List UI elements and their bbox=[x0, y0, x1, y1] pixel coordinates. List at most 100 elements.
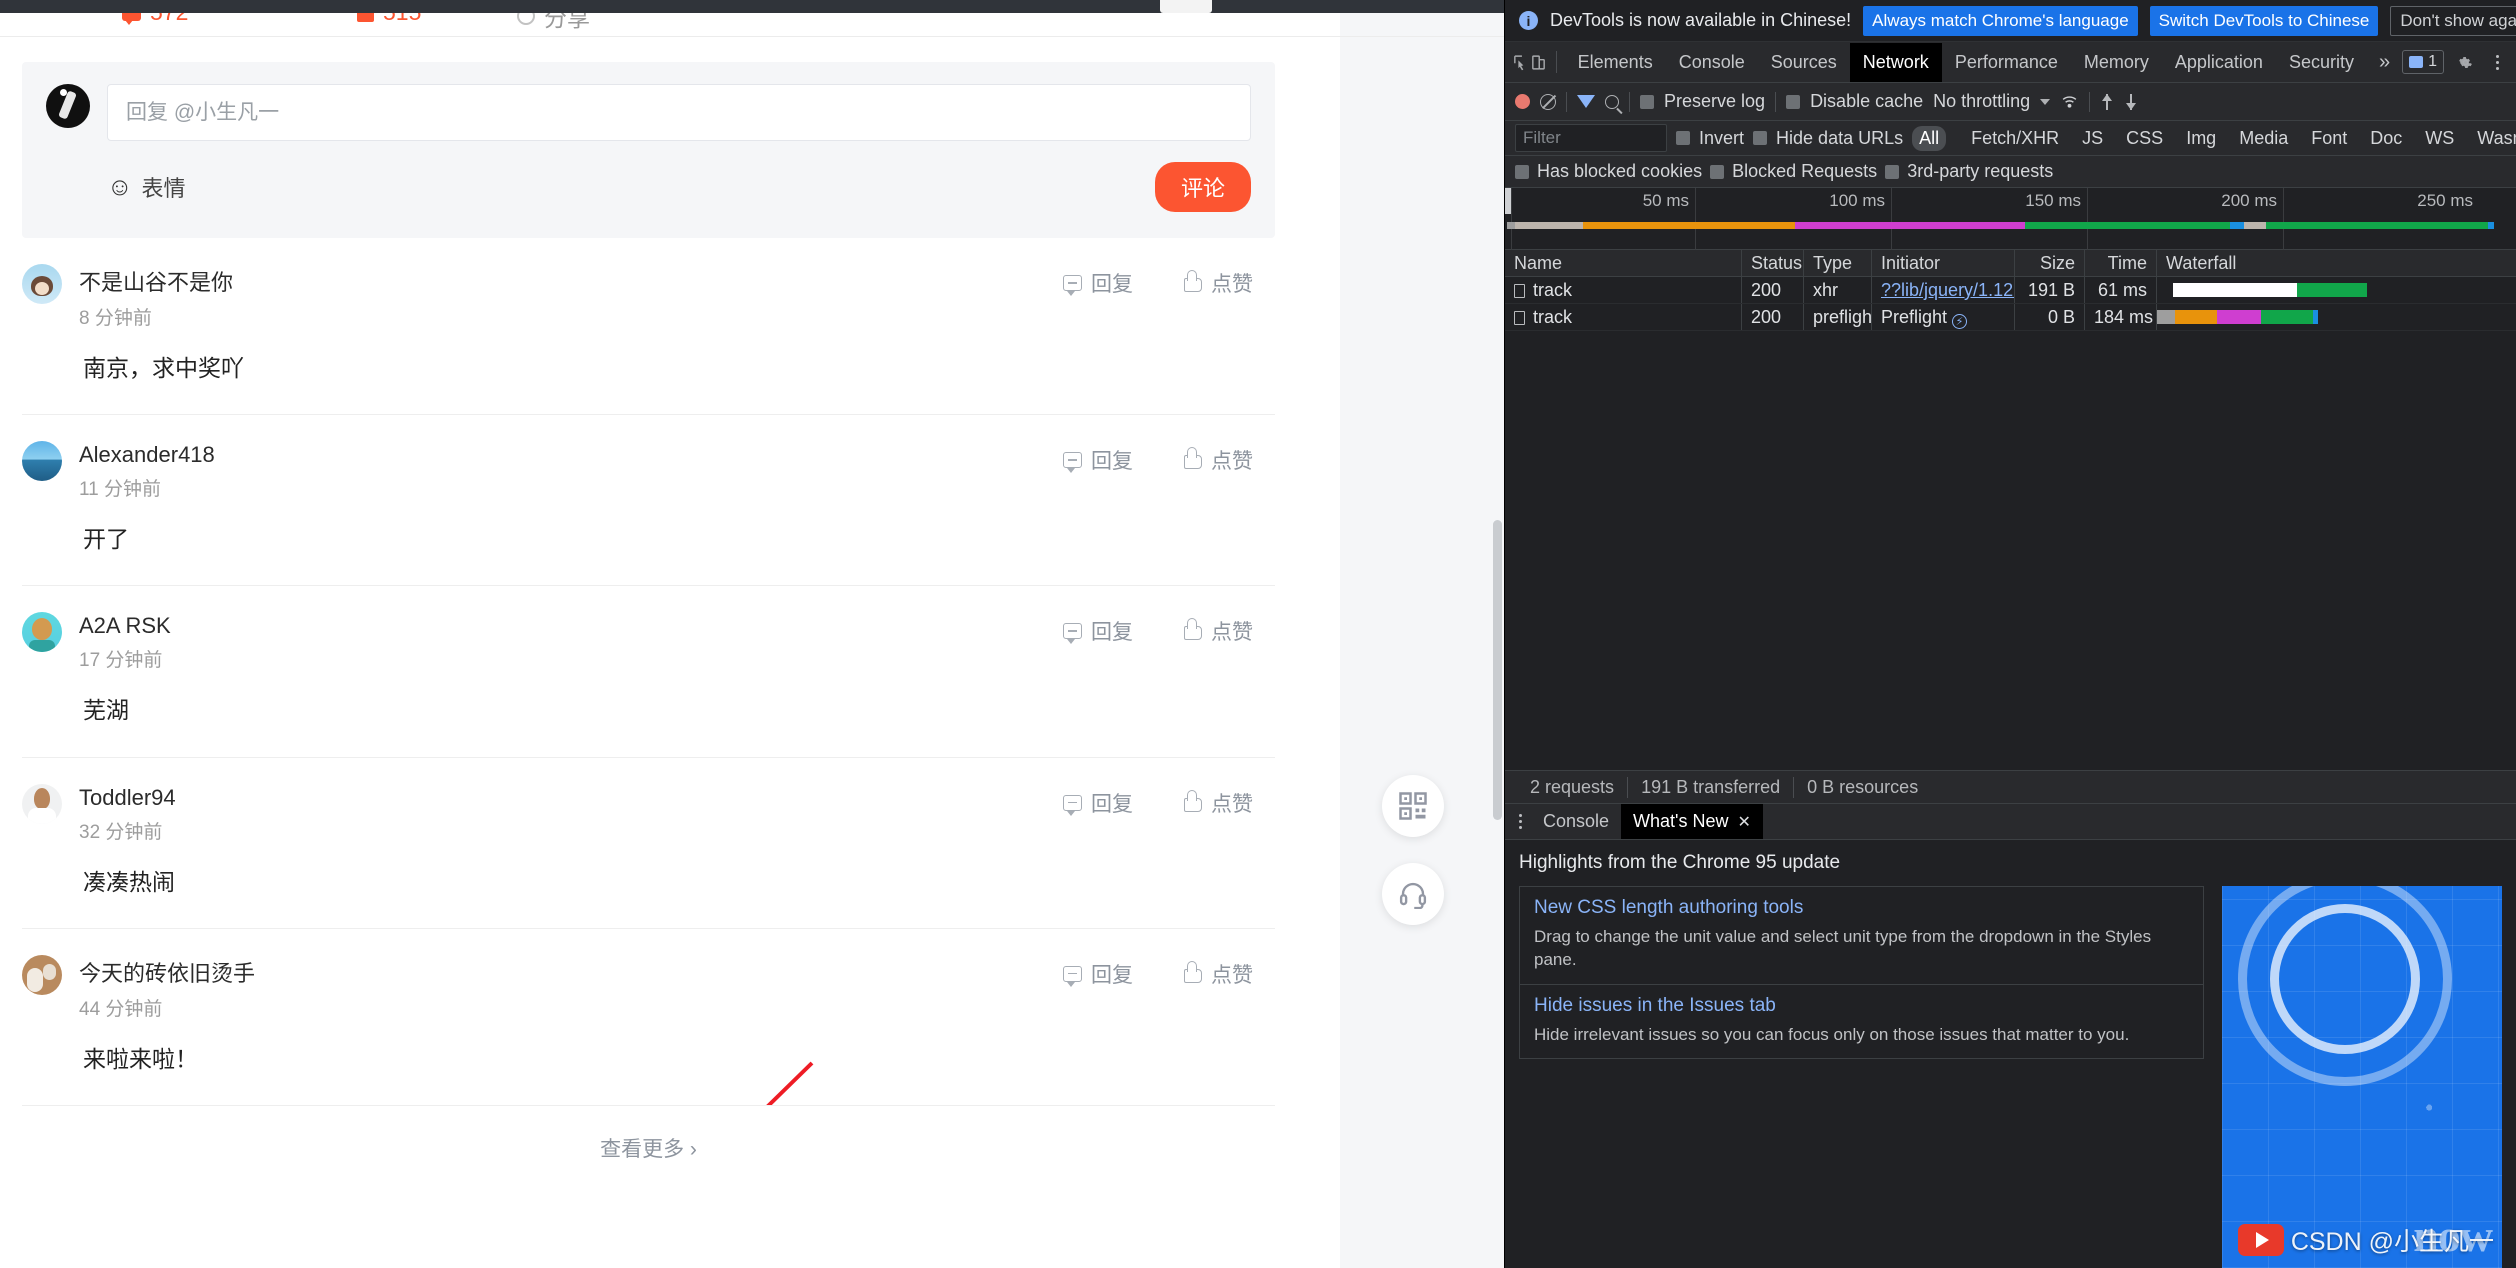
preserve-log-checkbox[interactable] bbox=[1640, 95, 1654, 109]
type-filter-ws[interactable]: WS bbox=[2418, 126, 2461, 151]
device-toolbar-icon[interactable] bbox=[1530, 47, 1549, 77]
commenter-avatar[interactable] bbox=[22, 784, 62, 824]
type-filter-font[interactable]: Font bbox=[2304, 126, 2354, 151]
type-filter-css[interactable]: CSS bbox=[2119, 126, 2170, 151]
devtools-tabbar: Elements Console Sources Network Perform… bbox=[1505, 42, 2516, 83]
type-filter-doc[interactable]: Doc bbox=[2363, 126, 2409, 151]
network-table-row[interactable]: track 200 xhr ??lib/jquery/1.12.4... 191… bbox=[1505, 277, 2516, 304]
whats-new-card-title[interactable]: New CSS length authoring tools bbox=[1534, 897, 2189, 919]
drawer-menu-icon[interactable] bbox=[1509, 814, 1531, 829]
reply-button[interactable]: 回复 bbox=[1063, 788, 1133, 818]
column-header-type[interactable]: Type bbox=[1804, 250, 1872, 276]
throttling-select[interactable]: No throttling bbox=[1933, 91, 2030, 112]
close-icon[interactable]: ✕ bbox=[1738, 812, 1751, 832]
disable-cache-checkbox[interactable] bbox=[1786, 95, 1800, 109]
commenter-avatar[interactable] bbox=[22, 612, 62, 652]
like-button[interactable]: 点赞 bbox=[1184, 268, 1253, 298]
whats-new-hero-image[interactable]: now CSDN @小生凡一 bbox=[2222, 886, 2502, 1268]
comment-count-stat[interactable]: 572 bbox=[122, 13, 188, 26]
commenter-name[interactable]: A2A RSK bbox=[79, 613, 171, 639]
inspect-element-icon[interactable] bbox=[1511, 47, 1530, 77]
submit-comment-button[interactable]: 评论 bbox=[1155, 162, 1251, 212]
drawer-tab-whats-new[interactable]: What's New ✕ bbox=[1621, 804, 1763, 839]
column-header-name[interactable]: Name bbox=[1505, 250, 1742, 276]
like-button[interactable]: 点赞 bbox=[1184, 959, 1253, 989]
network-overview-timeline[interactable]: 50 ms 100 ms 150 ms 200 ms 250 ms bbox=[1505, 188, 2516, 250]
column-header-time[interactable]: Time bbox=[2085, 250, 2157, 276]
like-button[interactable]: 点赞 bbox=[1184, 788, 1253, 818]
request-name-cell[interactable]: track bbox=[1505, 304, 1742, 330]
type-filter-wasm[interactable]: Wasm bbox=[2470, 126, 2516, 151]
transferred-size: 191 B transferred bbox=[1628, 777, 1794, 798]
tab-application[interactable]: Application bbox=[2162, 43, 2276, 82]
whats-new-card-title[interactable]: Hide issues in the Issues tab bbox=[1534, 995, 2189, 1017]
type-filter-img[interactable]: Img bbox=[2179, 126, 2223, 151]
search-icon[interactable] bbox=[1605, 95, 1619, 109]
clear-icon[interactable] bbox=[1540, 94, 1556, 110]
reply-button[interactable]: 回复 bbox=[1063, 959, 1133, 989]
has-blocked-cookies-checkbox[interactable] bbox=[1515, 165, 1529, 179]
tab-security[interactable]: Security bbox=[2276, 43, 2367, 82]
tab-memory[interactable]: Memory bbox=[2071, 43, 2162, 82]
tab-sources[interactable]: Sources bbox=[1758, 43, 1850, 82]
page-scrollbar-thumb[interactable] bbox=[1493, 520, 1502, 820]
comment-actions: 回复 点赞 bbox=[1063, 616, 1253, 646]
issues-icon bbox=[2409, 56, 2423, 68]
tab-elements[interactable]: Elements bbox=[1565, 43, 1666, 82]
tab-performance[interactable]: Performance bbox=[1942, 43, 2071, 82]
comment-actions: 回复 点赞 bbox=[1063, 788, 1253, 818]
reply-button[interactable]: 回复 bbox=[1063, 616, 1133, 646]
reply-input[interactable] bbox=[107, 84, 1251, 141]
type-filter-fetch-xhr[interactable]: Fetch/XHR bbox=[1964, 126, 2066, 151]
chevron-down-icon[interactable] bbox=[2040, 99, 2050, 105]
import-har-icon[interactable] bbox=[2100, 94, 2114, 110]
reply-button[interactable]: 回复 bbox=[1063, 268, 1133, 298]
view-more-link[interactable]: 查看更多 › bbox=[600, 1138, 697, 1161]
column-header-waterfall[interactable]: Waterfall bbox=[2157, 250, 2516, 276]
commenter-avatar[interactable] bbox=[22, 955, 62, 995]
commenter-avatar[interactable] bbox=[22, 264, 62, 304]
gear-icon[interactable] bbox=[2450, 47, 2480, 77]
commenter-name[interactable]: 不是山谷不是你 bbox=[79, 265, 233, 297]
column-header-status[interactable]: Status bbox=[1742, 250, 1804, 276]
reply-button[interactable]: 回复 bbox=[1063, 445, 1133, 475]
request-name-cell[interactable]: track bbox=[1505, 277, 1742, 303]
commenter-name[interactable]: Toddler94 bbox=[79, 785, 176, 811]
favorite-count-stat[interactable]: 515 bbox=[357, 13, 421, 26]
devtools-menu-icon[interactable] bbox=[2486, 55, 2508, 70]
invert-checkbox[interactable] bbox=[1676, 131, 1690, 145]
commenter-name[interactable]: Alexander418 bbox=[79, 442, 215, 468]
funnel-icon[interactable] bbox=[1577, 95, 1595, 108]
like-button[interactable]: 点赞 bbox=[1184, 616, 1253, 646]
commenter-avatar[interactable] bbox=[22, 441, 62, 481]
share-stat[interactable]: 分享 bbox=[517, 13, 590, 33]
has-blocked-cookies-label: Has blocked cookies bbox=[1537, 161, 1702, 182]
column-header-initiator[interactable]: Initiator bbox=[1872, 250, 2015, 276]
more-tabs-icon[interactable]: » bbox=[2367, 47, 2402, 78]
export-har-icon[interactable] bbox=[2124, 94, 2138, 110]
qrcode-fab[interactable] bbox=[1382, 775, 1444, 837]
type-filter-media[interactable]: Media bbox=[2232, 126, 2295, 151]
blocked-requests-checkbox[interactable] bbox=[1710, 165, 1724, 179]
dont-show-again-button[interactable]: Don't show again bbox=[2390, 6, 2516, 36]
issues-counter[interactable]: 1 bbox=[2402, 50, 2444, 74]
type-filter-js[interactable]: JS bbox=[2075, 126, 2110, 151]
commenter-name[interactable]: 今天的砖依旧烫手 bbox=[79, 956, 255, 988]
filter-input[interactable] bbox=[1515, 124, 1667, 152]
tab-network[interactable]: Network bbox=[1850, 43, 1942, 82]
switch-to-chinese-button[interactable]: Switch DevTools to Chinese bbox=[2150, 6, 2379, 36]
emoji-picker-button[interactable]: ☺ 表情 bbox=[107, 171, 186, 203]
record-icon[interactable] bbox=[1515, 94, 1530, 109]
like-button[interactable]: 点赞 bbox=[1184, 445, 1253, 475]
network-table-row[interactable]: track 200 preflight Preflight⚡ 0 B 184 m… bbox=[1505, 304, 2516, 331]
support-fab[interactable] bbox=[1382, 863, 1444, 925]
column-header-size[interactable]: Size bbox=[2015, 250, 2085, 276]
type-filter-all[interactable]: All bbox=[1912, 126, 1946, 151]
network-conditions-icon[interactable] bbox=[2060, 93, 2079, 110]
request-initiator-link[interactable]: ??lib/jquery/1.12.4... bbox=[1881, 280, 2015, 300]
third-party-requests-checkbox[interactable] bbox=[1885, 165, 1899, 179]
drawer-tab-console[interactable]: Console bbox=[1531, 804, 1621, 839]
hide-data-urls-checkbox[interactable] bbox=[1753, 131, 1767, 145]
always-match-language-button[interactable]: Always match Chrome's language bbox=[1863, 6, 2137, 36]
tab-console[interactable]: Console bbox=[1666, 43, 1758, 82]
